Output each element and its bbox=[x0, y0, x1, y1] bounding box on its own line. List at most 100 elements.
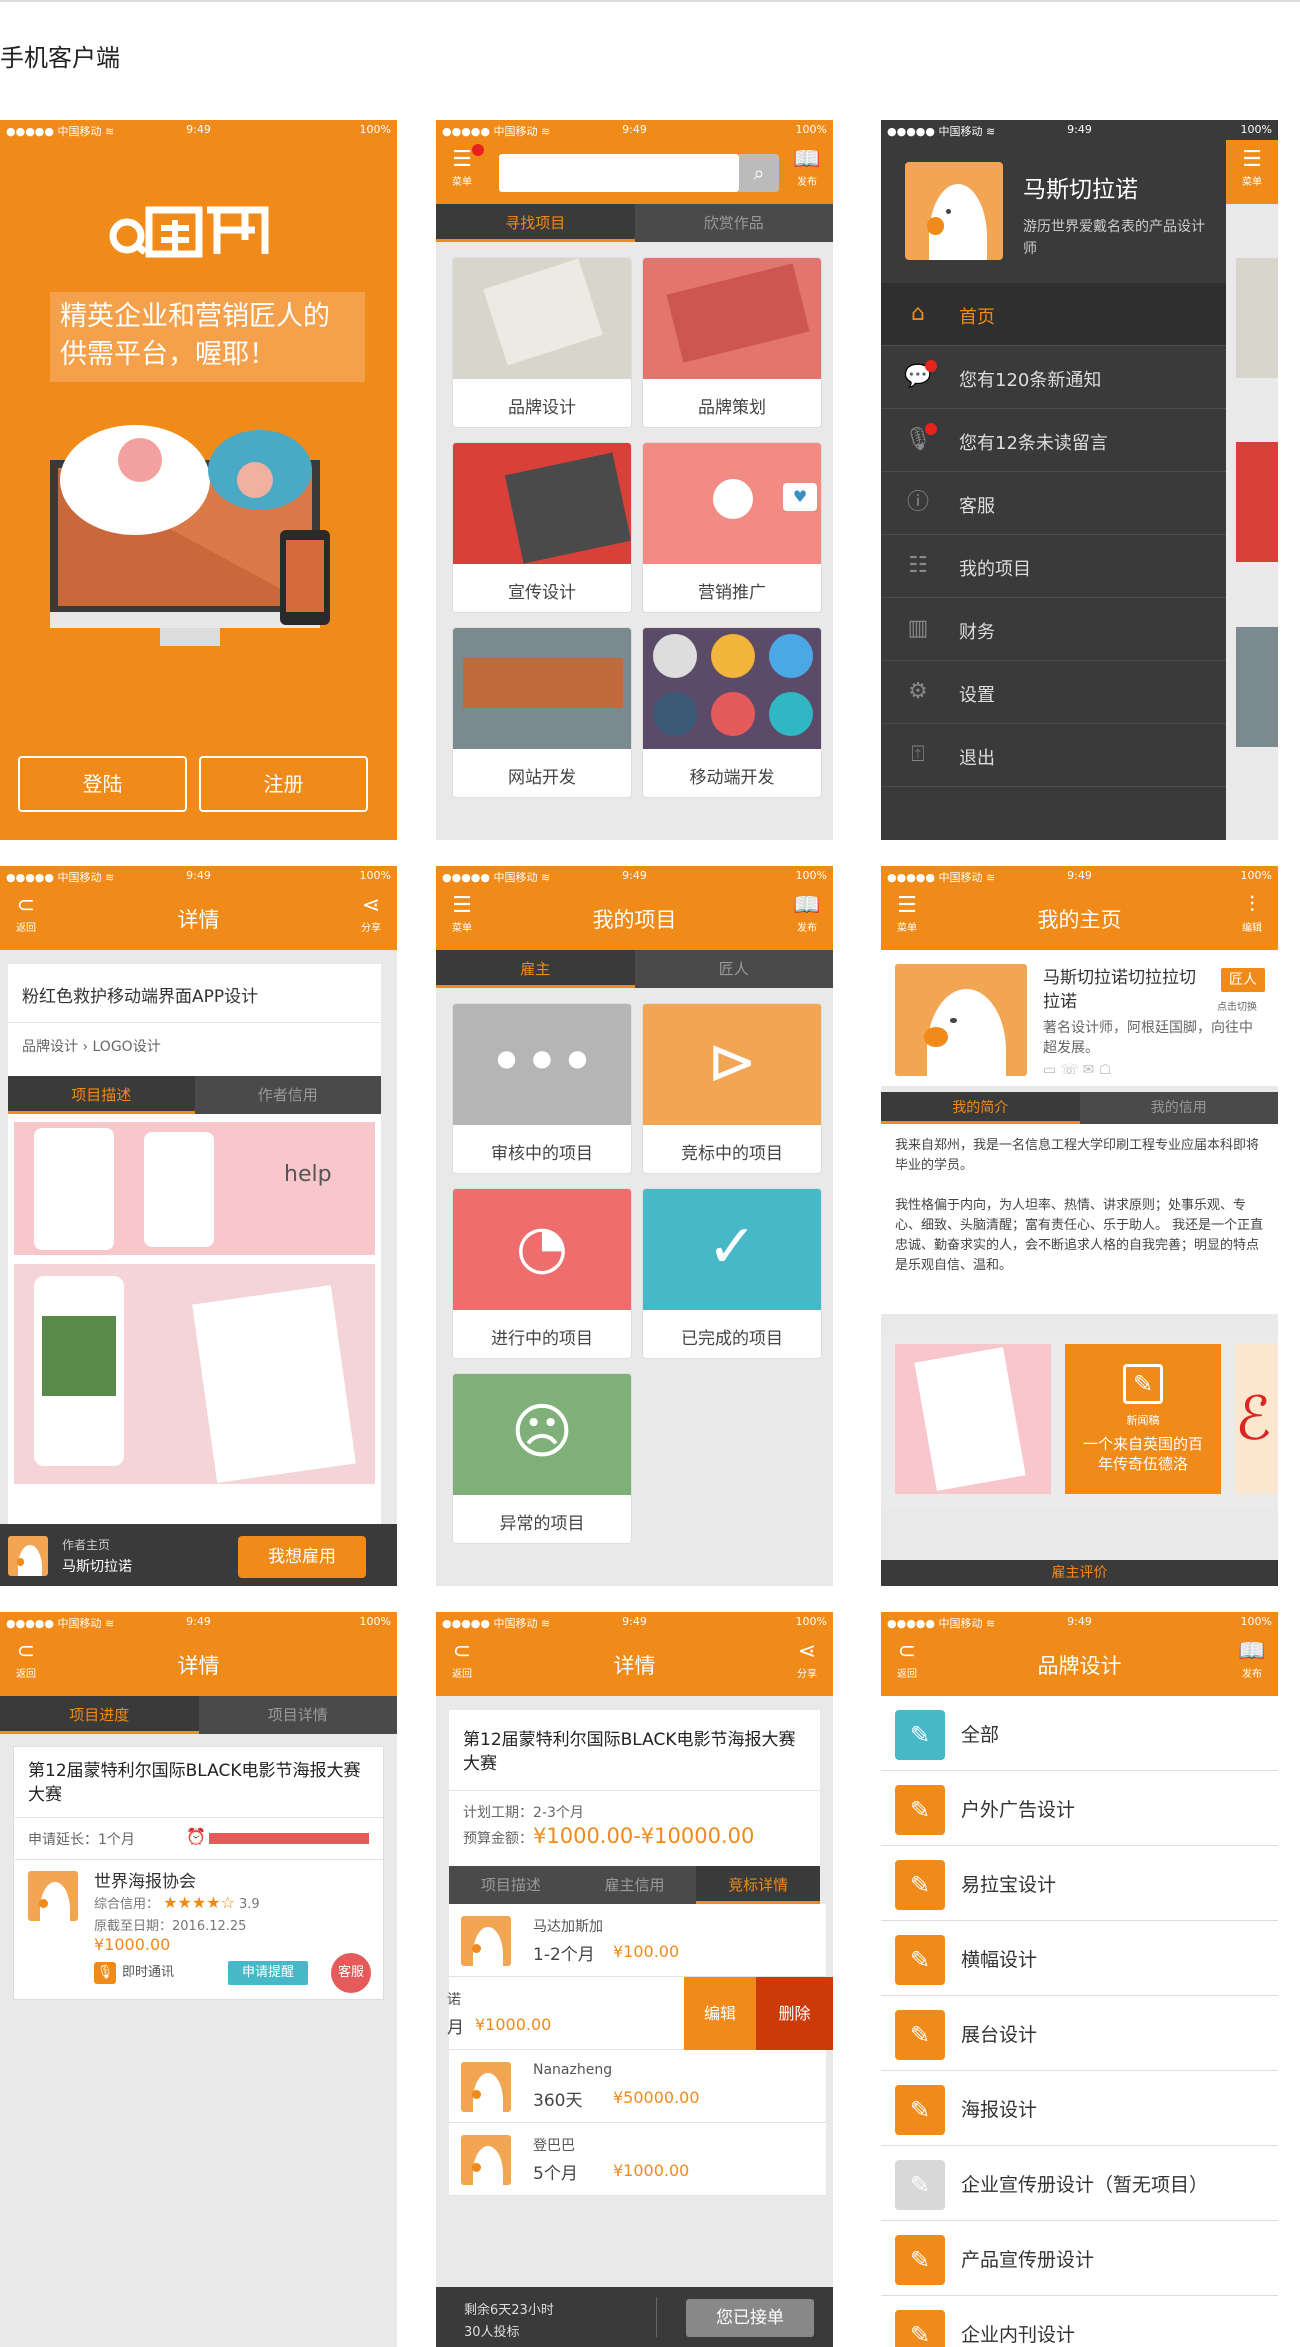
news-tile[interactable]: ✎ 新闻稿 一个来自英国的百年传奇伍德洛 bbox=[1065, 1344, 1221, 1494]
screen-splash: ●●●●● 中国移动 ≋ 9:49 100% 精英企业和营销匠人的供需平台，喔耶！ … bbox=[0, 120, 397, 840]
hire-button[interactable]: 我想雇用 bbox=[238, 1536, 366, 1578]
tab-bid-detail[interactable]: 竞标详情 bbox=[696, 1866, 821, 1904]
search-input[interactable] bbox=[499, 154, 739, 192]
category-item[interactable]: ✎ 海报设计 bbox=[881, 2071, 1278, 2146]
publish-button[interactable]: 📖 发布 bbox=[787, 146, 827, 200]
menu-item-home[interactable]: ⌂ 首页 bbox=[881, 283, 1226, 346]
status-bar: ●●●●● 中国移动 ≋ 9:49 100% bbox=[436, 120, 833, 140]
category-item[interactable]: ✎ 横幅设计 bbox=[881, 1921, 1278, 1996]
tab-progress[interactable]: 项目进度 bbox=[0, 1696, 199, 1734]
pie-icon: ◔ bbox=[515, 1212, 569, 1282]
menu-item-messages[interactable]: 🎙 您有12条未读留言 bbox=[881, 409, 1226, 472]
publish-button[interactable]: 📖 发布 bbox=[1232, 1638, 1272, 1692]
status-bar: ●●●●● 中国移动 ≋ 9:49 100% bbox=[0, 120, 397, 140]
tab-author-credit[interactable]: 作者信用 bbox=[195, 1076, 382, 1114]
org-avatar[interactable] bbox=[28, 1871, 78, 1921]
tag-icon: ✎ bbox=[895, 2085, 945, 2135]
category-item[interactable]: ✎ 产品宣传册设计 bbox=[881, 2221, 1278, 2296]
category-item[interactable]: ✎ 企业宣传册设计（暂无项目） bbox=[881, 2146, 1278, 2221]
divider bbox=[0, 0, 1300, 2]
tab-employer-credit[interactable]: 雇主信用 bbox=[573, 1866, 697, 1904]
edit-button[interactable]: ⫶ 编辑 bbox=[1232, 892, 1272, 946]
menu-item-my-projects[interactable]: ☷ 我的项目 bbox=[881, 535, 1226, 598]
category-item[interactable]: ✎ 易拉宝设计 bbox=[881, 1846, 1278, 1921]
portfolio-item[interactable]: ℰ bbox=[1235, 1344, 1278, 1494]
category-item[interactable]: ✎ 全部 bbox=[881, 1696, 1278, 1771]
author-name[interactable]: 马斯切拉诺 bbox=[62, 1556, 132, 1576]
project-status-tile[interactable]: ☹ 异常的项目 bbox=[452, 1373, 632, 1544]
author-avatar[interactable] bbox=[8, 1536, 48, 1576]
nav-bar: ⊂ 返回 详情 bbox=[0, 1632, 397, 1696]
search-button[interactable]: ⌕ bbox=[739, 154, 779, 192]
role-switch-hint: 点击切换 bbox=[1217, 1002, 1257, 1013]
project-status-tile[interactable]: ✓ 已完成的项目 bbox=[642, 1188, 822, 1359]
role-badge[interactable]: 匠人 bbox=[1221, 968, 1265, 992]
category-card[interactable]: 宣传设计 bbox=[452, 442, 632, 613]
share-button[interactable]: ⋖ 分享 bbox=[787, 1638, 827, 1692]
tab-employer[interactable]: 雇主 bbox=[436, 950, 635, 988]
tab-description[interactable]: 项目描述 bbox=[449, 1866, 573, 1904]
tab-craftsman[interactable]: 匠人 bbox=[635, 950, 834, 988]
category-item[interactable]: ✎ 户外广告设计 bbox=[881, 1771, 1278, 1846]
service-button[interactable]: 客服 bbox=[331, 1953, 371, 1993]
menu-item-finance[interactable]: ▥ 财务 bbox=[881, 598, 1226, 661]
org-name[interactable]: 世界海报协会 bbox=[94, 1867, 196, 1892]
portfolio-item[interactable] bbox=[895, 1344, 1051, 1494]
plan-duration: 计划工期：2-3个月 bbox=[463, 1805, 584, 1821]
project-status-tile[interactable]: ◔ 进行中的项目 bbox=[452, 1188, 632, 1359]
bid-row[interactable]: 登巴巴 5个月 ¥1000.00 bbox=[449, 2123, 826, 2196]
delete-button[interactable]: 删除 bbox=[756, 1977, 833, 2050]
category-card[interactable]: 品牌策划 bbox=[642, 257, 822, 428]
tag-icon: ✎ bbox=[895, 2235, 945, 2285]
category-card[interactable]: 品牌设计 bbox=[452, 257, 632, 428]
menu-item-notifications[interactable]: 💬 您有120条新通知 bbox=[881, 346, 1226, 409]
intro-paragraph: 我性格偏于内向，为人坦率、热情、讲求原则；处事乐观、专心、细致、头脑清醒；富有责… bbox=[895, 1198, 1264, 1273]
breadcrumb: 品牌设计 › LOGO设计 bbox=[22, 1039, 161, 1055]
project-status-tile[interactable]: ••• 审核中的项目 bbox=[452, 1003, 632, 1174]
bid-row[interactable]: 马达加斯加 1-2个月 ¥100.00 bbox=[449, 1904, 826, 1977]
publish-button[interactable]: 📖 发布 bbox=[787, 892, 827, 946]
hero-illustration bbox=[50, 425, 330, 646]
edit-button[interactable]: 编辑 bbox=[684, 1977, 756, 2050]
chat-button[interactable]: 🎙 即时通讯 bbox=[94, 1961, 174, 1984]
tab-browse-works[interactable]: 欣赏作品 bbox=[635, 204, 834, 242]
category-card[interactable]: 网站开发 bbox=[452, 627, 632, 798]
search-icon: ⌕ bbox=[753, 161, 765, 185]
tab-intro[interactable]: 我的简介 bbox=[881, 1092, 1080, 1124]
share-button[interactable]: ⋖ 分享 bbox=[351, 892, 391, 946]
menu-button[interactable]: ☰ 菜单 bbox=[1232, 146, 1272, 200]
nav-bar: ☰ 菜单 我的主页 ⫶ 编辑 bbox=[881, 886, 1278, 950]
category-card[interactable]: 移动端开发 bbox=[642, 627, 822, 798]
menu-item-service[interactable]: ⓘ 客服 bbox=[881, 472, 1226, 535]
login-button[interactable]: 登陆 bbox=[18, 756, 187, 812]
avatar[interactable] bbox=[905, 162, 1003, 260]
employer-review-bar[interactable]: 雇主评价 bbox=[881, 1560, 1278, 1586]
category-card[interactable]: ♥ 营销推广 bbox=[642, 442, 822, 613]
tab-description[interactable]: 项目描述 bbox=[8, 1076, 195, 1114]
category-item[interactable]: ✎ 展台设计 bbox=[881, 1996, 1278, 2071]
menu-item-logout[interactable]: ⍐ 退出 bbox=[881, 724, 1226, 787]
tab-find-projects[interactable]: 寻找项目 bbox=[436, 204, 635, 242]
category-item[interactable]: ✎ 企业内刊设计 bbox=[881, 2296, 1278, 2347]
accepted-button[interactable]: 您已接单 bbox=[686, 2299, 814, 2337]
remind-button[interactable]: 申请提醒 bbox=[228, 1961, 308, 1985]
tag-icon: ✎ bbox=[895, 1710, 945, 1760]
unread-dot bbox=[925, 423, 937, 435]
tab-credit[interactable]: 我的信用 bbox=[1080, 1092, 1279, 1124]
menu-item-settings[interactable]: ⚙ 设置 bbox=[881, 661, 1226, 724]
tag-icon: ✎ bbox=[895, 2160, 945, 2210]
avatar[interactable] bbox=[895, 964, 1027, 1076]
bid-row[interactable]: Nanazheng 360天 ¥50000.00 bbox=[449, 2050, 826, 2123]
register-button[interactable]: 注册 bbox=[199, 756, 368, 812]
progress-bar bbox=[209, 1833, 369, 1844]
tab-project-detail[interactable]: 项目详情 bbox=[199, 1696, 398, 1734]
status-bar: ●●●●● 中国移动 ≋ 9:49 100% bbox=[436, 1612, 833, 1632]
help-text: help bbox=[284, 1162, 332, 1187]
lock-icon bbox=[711, 634, 755, 678]
chart-icon: ▥ bbox=[907, 616, 929, 641]
card-image bbox=[453, 443, 631, 564]
project-status-tile[interactable]: ⊳ 竞标中的项目 bbox=[642, 1003, 822, 1174]
progress-card: 第12届蒙特利尔国际BLACK电影节海报大赛大赛 申请延长：1个月 ⏰ 世界海报… bbox=[13, 1746, 384, 2000]
main-view-peek[interactable]: ☰ 菜单 bbox=[1226, 140, 1278, 840]
bid-row-swiped[interactable]: 诺 月 ¥1000.00 编辑 删除 bbox=[447, 1977, 833, 2050]
